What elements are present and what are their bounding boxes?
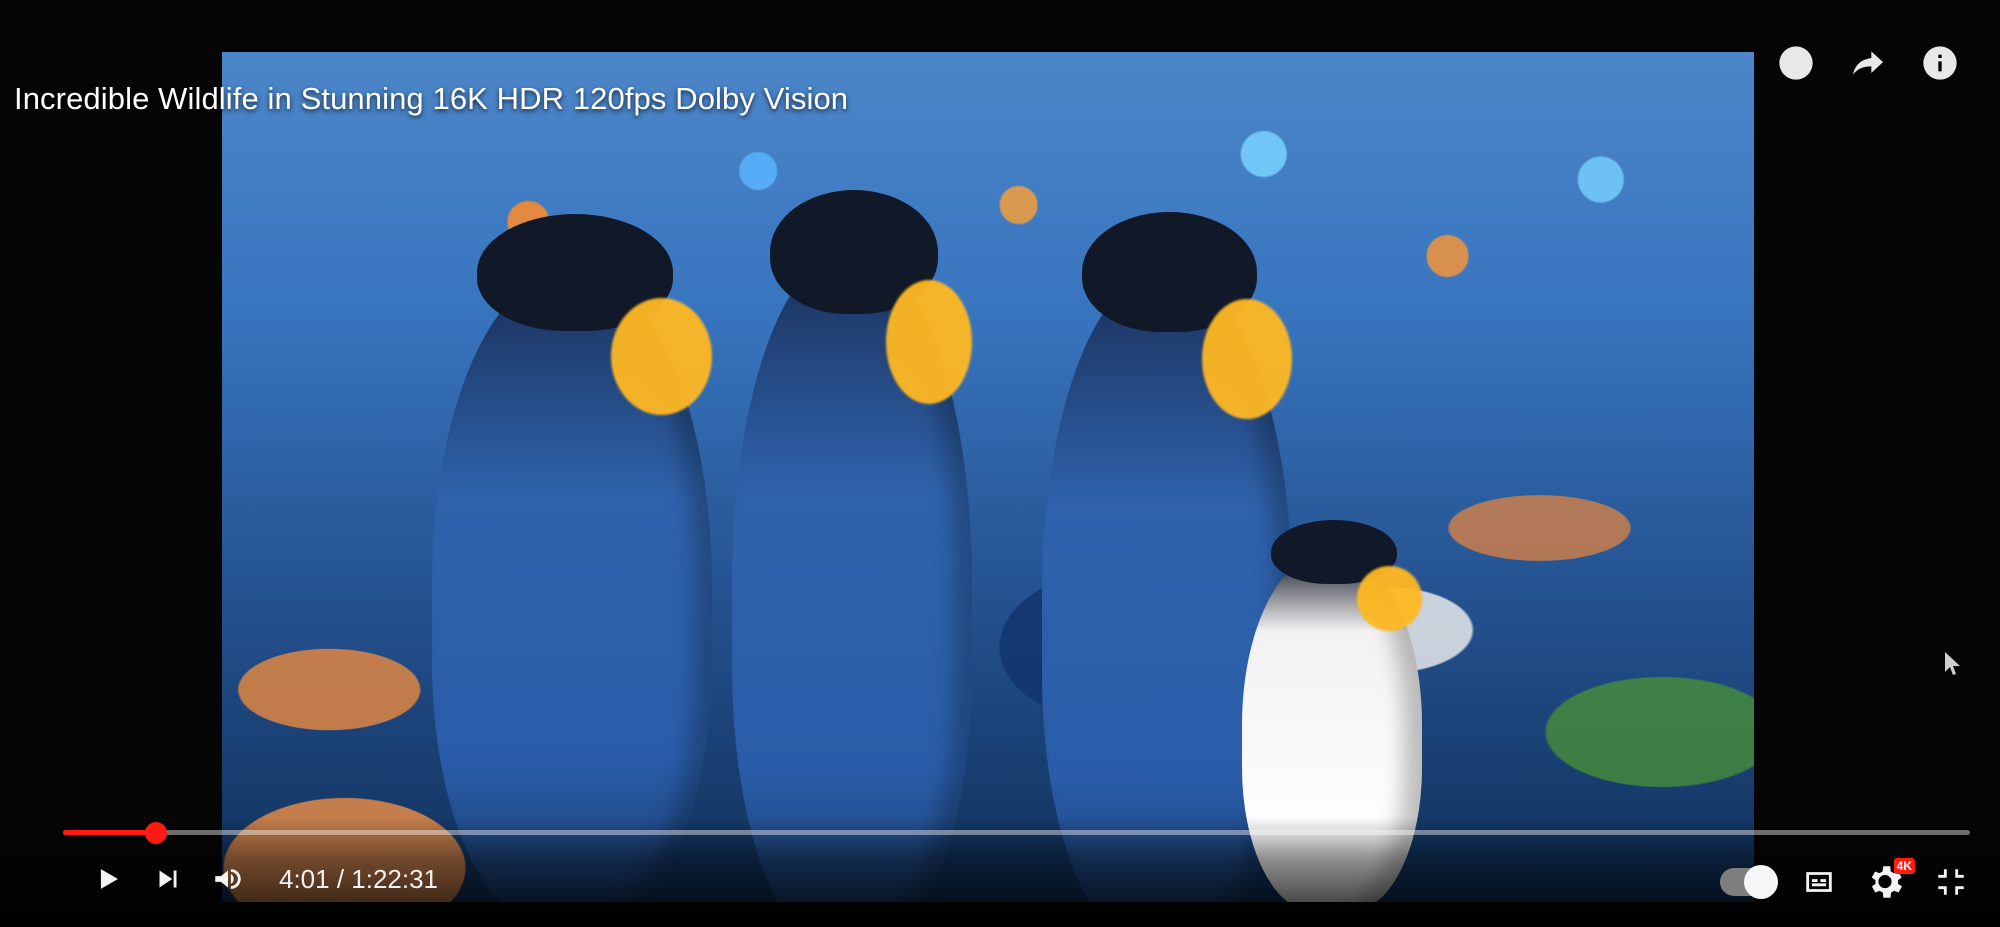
left-controls: 4:01 / 1:22:31 [91,862,438,896]
video-frame[interactable] [222,52,1754,902]
progress-played [63,830,157,835]
right-controls: 4K [1720,858,1968,903]
penguin-left [432,213,712,902]
video-title: Incredible Wildlife in Stunning 16K HDR … [14,81,849,116]
video-player-screen: Incredible Wildlife in Stunning 16K HDR … [0,0,2000,927]
player-controls: 4:01 / 1:22:31 4K [0,817,2000,927]
volume-icon[interactable] [211,862,245,896]
play-icon[interactable] [91,862,125,896]
watch-later-icon[interactable] [1776,43,1816,83]
penguin-center-left [732,189,972,902]
info-icon[interactable] [1920,43,1960,83]
share-icon[interactable] [1848,43,1888,83]
fullscreen-exit-icon[interactable] [1934,865,1968,899]
settings-icon[interactable]: 4K [1864,858,1915,903]
mouse-cursor-icon [1945,652,1961,676]
captions-icon[interactable] [1802,865,1836,899]
top-controls [1776,43,1960,83]
autoplay-toggle[interactable] [1720,865,1778,899]
quality-badge: 4K [1893,858,1915,874]
time-display: 4:01 / 1:22:31 [279,863,439,894]
progress-bar[interactable] [63,822,1970,844]
next-icon[interactable] [151,862,185,896]
progress-thumb[interactable] [145,822,168,844]
